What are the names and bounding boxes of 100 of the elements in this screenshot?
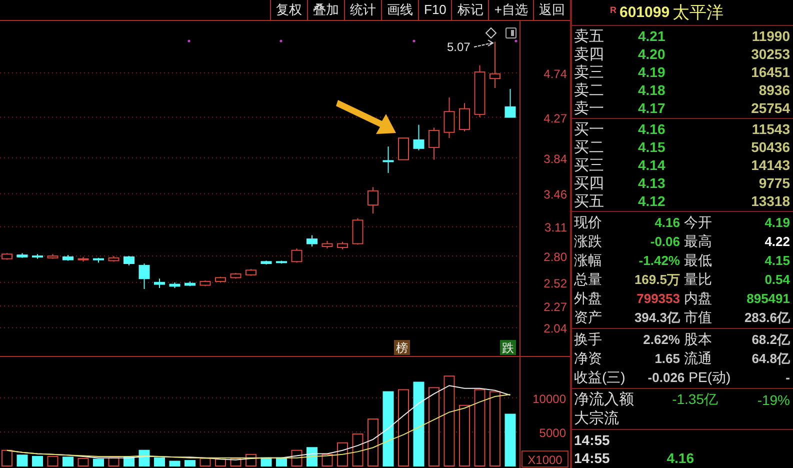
candle (352, 218, 364, 246)
price-axis-label: 3.46 (544, 188, 567, 202)
order-price: 4.17 (638, 100, 666, 116)
order-volume: 13318 (750, 193, 791, 209)
candle (62, 254, 74, 262)
price-axis-label: 4.74 (544, 66, 567, 81)
stat-label: 最高 (683, 232, 713, 250)
order-level-label: 卖二 (573, 80, 605, 100)
stat-value: 1.65 (654, 351, 680, 366)
pointer-arrow (474, 40, 494, 48)
trade-time: 14:55 (573, 432, 611, 448)
marker-badge[interactable]: 榜 (394, 340, 410, 355)
candle (490, 41, 500, 88)
order-level-label: 卖一 (573, 98, 605, 118)
price-axis-label: 4.27 (544, 111, 567, 126)
price-axis-label: 2.27 (544, 300, 567, 314)
stat-value: 4.22 (764, 234, 791, 249)
flow-percent: -19% (756, 392, 791, 408)
marker-badge[interactable]: 跌 (500, 340, 516, 355)
candle (276, 260, 287, 264)
candle (260, 260, 272, 265)
order-volume: 8936 (758, 82, 791, 98)
candle (459, 102, 470, 132)
order-price: 4.13 (638, 175, 666, 191)
stat-value: 169.5万 (633, 270, 680, 288)
candle (337, 241, 348, 250)
stat-label: 市值 (683, 308, 713, 326)
stat-label: 股本 (683, 330, 713, 348)
arrow-icon (336, 100, 396, 134)
event-dot (280, 40, 282, 42)
candle (291, 248, 302, 264)
candle (398, 138, 409, 160)
stat-label: 总量 (573, 270, 603, 288)
flow-value: -1.35亿 (671, 390, 718, 408)
stat-value: 0.54 (764, 272, 791, 287)
candle (184, 280, 196, 287)
diamond-icon[interactable] (485, 27, 497, 39)
order-volume: 11543 (750, 121, 791, 137)
trade-price: 4.16 (666, 450, 694, 466)
stat-label: 最低 (683, 252, 713, 270)
price-axis-label: 2.52 (544, 276, 567, 290)
order-price: 4.12 (638, 193, 666, 209)
price-axis-label: 2.80 (544, 250, 567, 264)
stat-value: -1.42% (638, 253, 680, 268)
order-volume: 9775 (758, 175, 791, 191)
candle (215, 276, 226, 283)
candle (16, 252, 28, 258)
order-volume: 30253 (750, 46, 791, 62)
unit-label: X1000 (522, 450, 568, 468)
candle (138, 263, 150, 290)
event-dot (514, 40, 518, 42)
trade-time: 14:55 (573, 450, 611, 466)
stat-value: 64.8亿 (750, 350, 791, 368)
stat-value: 895491 (746, 291, 791, 306)
candle (322, 240, 333, 249)
candle (200, 280, 211, 287)
flow-label: 大宗流 (573, 409, 620, 428)
price-axis-label: 3.11 (544, 220, 567, 235)
order-price: 4.21 (638, 28, 666, 44)
rating-label: R (610, 5, 616, 15)
stat-value: 4.16 (654, 215, 680, 230)
high-price-label: 5.07 (447, 40, 470, 54)
event-dot (412, 40, 416, 42)
candle (47, 254, 58, 260)
stat-value: 4.15 (764, 253, 791, 268)
order-level-label: 卖三 (573, 62, 605, 82)
candle (413, 124, 424, 151)
order-price: 4.14 (638, 157, 666, 173)
stat-label: 现价 (573, 214, 603, 232)
stat-value: - (784, 370, 792, 385)
volume-axis-label: 10000 (532, 392, 566, 406)
order-level-label: 买二 (573, 138, 605, 156)
order-level-label: 买五 (573, 192, 605, 210)
candle (246, 268, 256, 276)
order-price: 4.15 (638, 139, 666, 155)
stat-value: 283.6亿 (743, 308, 791, 326)
candle (444, 96, 455, 139)
order-level-label: 买四 (573, 174, 605, 192)
candle (230, 272, 242, 280)
order-level-label: 买三 (573, 156, 605, 174)
stat-value: 394.3亿 (633, 308, 680, 326)
candle (169, 282, 180, 289)
stat-value: 68.2亿 (750, 330, 791, 348)
stat-label: 涨幅 (573, 252, 603, 270)
volume-axis-label: 5000 (539, 426, 566, 440)
event-dot (188, 40, 190, 42)
stat-label: 量比 (683, 270, 713, 288)
stat-label: 换手 (573, 330, 603, 348)
order-price: 4.16 (638, 121, 666, 137)
candle (474, 64, 486, 118)
stock-name: 太平洋 (672, 2, 724, 24)
stock-code: 601099 (620, 4, 670, 21)
stat-label: 资产 (573, 308, 603, 326)
price-axis-label: 2.04 (544, 322, 567, 336)
stat-label: 涨跌 (573, 232, 603, 250)
stat-label: 外盘 (573, 290, 603, 308)
order-price: 4.18 (638, 82, 666, 98)
panel-toggle-icon[interactable] (506, 28, 516, 38)
order-level-label: 卖五 (573, 26, 605, 46)
candle (382, 146, 394, 174)
